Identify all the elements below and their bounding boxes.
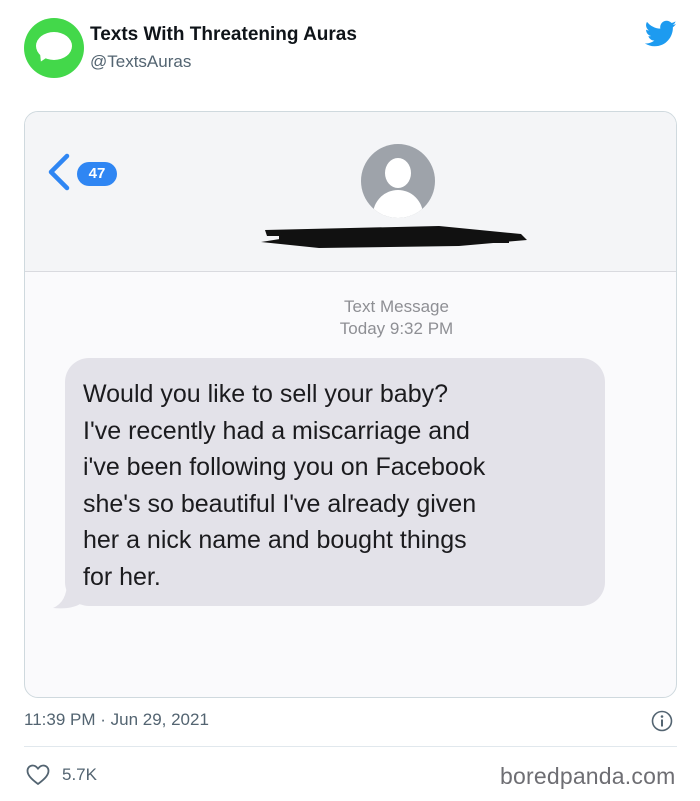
message-meta: Text Message Today 9:32 PM [25, 296, 676, 340]
screenshot-card[interactable]: 47 Text Message Today 9:32 PM Would you … [24, 111, 677, 698]
message-time-label: Today 9:32 PM [339, 319, 454, 338]
display-name[interactable]: Texts With Threatening Auras [90, 24, 357, 46]
tweet-timestamp[interactable]: 11:39 PM · Jun 29, 2021 [24, 710, 209, 730]
heart-icon[interactable] [26, 764, 50, 786]
twitter-bird-icon[interactable] [645, 20, 677, 48]
tweet-embed: Texts With Threatening Auras @TextsAuras… [0, 0, 700, 801]
bubble-tail [53, 582, 83, 609]
like-count[interactable]: 5.7K [62, 765, 97, 785]
message-line: she's so beautiful I've already given [83, 489, 477, 518]
watermark: boredpanda.com [500, 763, 676, 789]
unread-count-badge: 47 [77, 162, 117, 186]
user-handle[interactable]: @TextsAuras [90, 52, 191, 72]
message-line: for her. [83, 562, 161, 591]
redacted-contact-name [261, 226, 527, 248]
divider [24, 746, 677, 747]
message-type-label: Text Message [344, 297, 449, 316]
back-chevron-icon[interactable] [45, 152, 71, 192]
info-icon[interactable] [651, 710, 673, 732]
message-line: Would you like to sell your baby? [83, 380, 449, 408]
message-line: her a nick name and bought things [83, 526, 467, 554]
message-text: Would you like to sell your baby? I've r… [83, 376, 603, 595]
contact-silhouette-icon [361, 144, 435, 218]
profile-avatar[interactable] [24, 18, 84, 78]
message-line: i've been following you on Facebook [83, 453, 486, 481]
message-line: I've recently had a miscarriage and [83, 416, 470, 445]
